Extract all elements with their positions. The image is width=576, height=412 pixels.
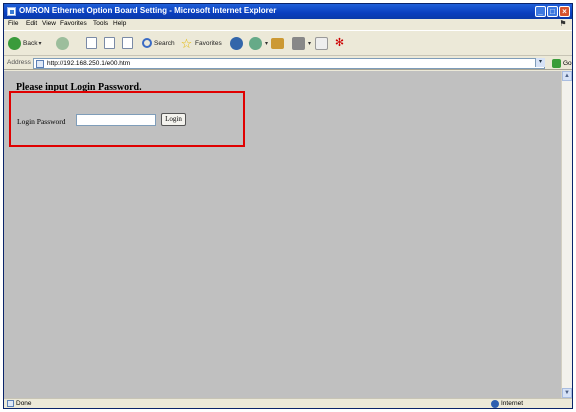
print-button[interactable]: ▾: [292, 35, 311, 51]
browser-window: OMRON Ethernet Option Board Setting - Mi…: [3, 3, 573, 409]
minimize-button[interactable]: _: [535, 6, 546, 17]
menu-bar: File Edit View Favorites Tools Help ⚑: [4, 19, 572, 30]
status-bar: Done Internet: [4, 398, 572, 408]
media-icon: [230, 36, 243, 50]
menu-tools[interactable]: Tools: [93, 20, 108, 27]
back-dropdown-icon[interactable]: ▾: [38, 40, 41, 47]
address-bar: Address http://192.168.250.1/e00.htm ▾ G…: [4, 57, 572, 70]
go-button[interactable]: Go: [552, 58, 572, 69]
menu-edit[interactable]: Edit: [26, 20, 37, 27]
mail-button[interactable]: [271, 35, 286, 51]
go-label: Go: [563, 60, 572, 67]
scroll-down-icon[interactable]: ▼: [562, 388, 572, 398]
title-bar[interactable]: OMRON Ethernet Option Board Setting - Mi…: [4, 4, 572, 19]
back-arrow-icon: [8, 36, 21, 50]
refresh-button[interactable]: [104, 35, 117, 51]
history-dropdown-icon[interactable]: ▾: [265, 40, 268, 47]
menu-file[interactable]: File: [8, 20, 18, 27]
history-icon: [249, 36, 262, 50]
messenger-button[interactable]: ✻: [333, 35, 348, 51]
home-icon: [122, 37, 133, 49]
address-label: Address: [7, 59, 31, 66]
messenger-icon: ✻: [334, 36, 345, 49]
vertical-scrollbar[interactable]: ▲ ▼: [561, 71, 572, 398]
login-password-label: Login Password: [17, 117, 66, 126]
search-icon: [142, 38, 152, 48]
menu-favorites[interactable]: Favorites: [60, 20, 87, 27]
address-input[interactable]: http://192.168.250.1/e00.htm: [33, 58, 545, 69]
address-url[interactable]: http://192.168.250.1/e00.htm: [47, 60, 130, 67]
menu-help[interactable]: Help: [113, 20, 126, 27]
page-icon: [36, 60, 44, 68]
edit-page-icon: [315, 36, 328, 50]
forward-button[interactable]: [56, 35, 71, 51]
go-arrow-icon: [552, 59, 561, 68]
toolbar: Back ▾ Search ☆ Favorites ▾ ▾ ✻: [4, 30, 572, 56]
windows-flag-icon: ⚑: [559, 19, 567, 28]
forward-arrow-icon: [56, 36, 69, 50]
stop-button[interactable]: [86, 35, 99, 51]
media-button[interactable]: [230, 35, 245, 51]
favorites-label: Favorites: [195, 39, 222, 47]
favorites-button[interactable]: ☆ Favorites: [180, 35, 222, 51]
back-button[interactable]: Back ▾: [8, 35, 41, 51]
zone-text: Internet: [501, 400, 524, 407]
stop-icon: [86, 37, 97, 49]
menu-view[interactable]: View: [42, 20, 56, 27]
ie-app-icon[interactable]: [7, 7, 16, 16]
login-button[interactable]: Login: [161, 113, 186, 126]
address-dropdown-icon[interactable]: ▾: [535, 58, 545, 67]
window-title: OMRON Ethernet Option Board Setting - Mi…: [19, 6, 277, 15]
print-icon: [292, 36, 305, 50]
search-button[interactable]: Search: [142, 35, 175, 51]
page-content: Please input Login Password. Login Passw…: [4, 71, 561, 398]
back-label: Back: [23, 39, 38, 47]
print-dropdown-icon[interactable]: ▾: [308, 40, 311, 47]
search-label: Search: [154, 39, 175, 47]
refresh-icon: [104, 37, 115, 49]
page-done-icon: [7, 400, 14, 407]
history-button[interactable]: ▾: [249, 35, 268, 51]
edit-button[interactable]: [315, 35, 330, 51]
favorites-star-icon: ☆: [180, 35, 193, 51]
login-password-input[interactable]: [76, 114, 156, 126]
home-button[interactable]: [122, 35, 135, 51]
scroll-up-icon[interactable]: ▲: [562, 71, 572, 81]
close-button[interactable]: ×: [559, 6, 570, 17]
internet-globe-icon: [491, 400, 499, 408]
status-text: Done: [16, 400, 32, 407]
maximize-button[interactable]: □: [547, 6, 558, 17]
mail-icon: [271, 37, 284, 49]
